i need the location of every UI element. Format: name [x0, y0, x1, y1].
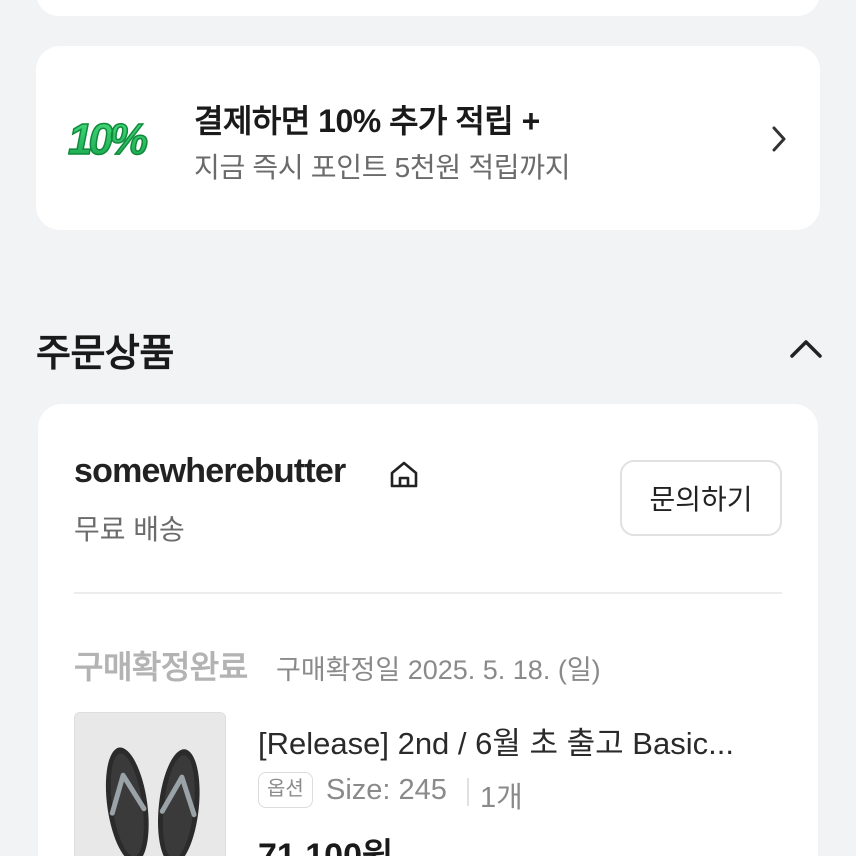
section-title: 주문상품: [36, 333, 174, 375]
option-tag: 옵션: [258, 772, 313, 808]
shop-name[interactable]: somewherebutter: [74, 452, 346, 491]
option-size: Size: 245: [326, 774, 447, 806]
promo-title: 결제하면 10% 추가 적립 +: [194, 103, 540, 139]
option-separator: [467, 778, 469, 806]
order-status: 구매확정완료: [74, 649, 248, 685]
inquiry-button[interactable]: 문의하기: [620, 460, 782, 536]
home-icon[interactable]: [388, 458, 420, 490]
badge-text: 10%: [68, 115, 147, 164]
ten-percent-badge-icon: 10%: [67, 114, 151, 165]
promo-subtitle: 지금 즉시 포인트 5천원 적립까지: [194, 152, 571, 183]
confirm-date: 구매확정일 2025. 5. 18. (일): [276, 655, 601, 685]
product-price: 71,100원: [258, 837, 394, 856]
sandal-image: [75, 713, 225, 856]
previous-card: [36, 0, 820, 16]
option-quantity: 1개: [480, 782, 523, 814]
shipping-info: 무료 배송: [74, 514, 185, 545]
product-thumbnail[interactable]: [74, 712, 226, 856]
divider: [74, 592, 782, 594]
chevron-right-icon[interactable]: [764, 122, 794, 156]
chevron-up-icon[interactable]: [784, 328, 828, 368]
product-name[interactable]: [Release] 2nd / 6월 초 출고 Basic...: [258, 718, 782, 763]
